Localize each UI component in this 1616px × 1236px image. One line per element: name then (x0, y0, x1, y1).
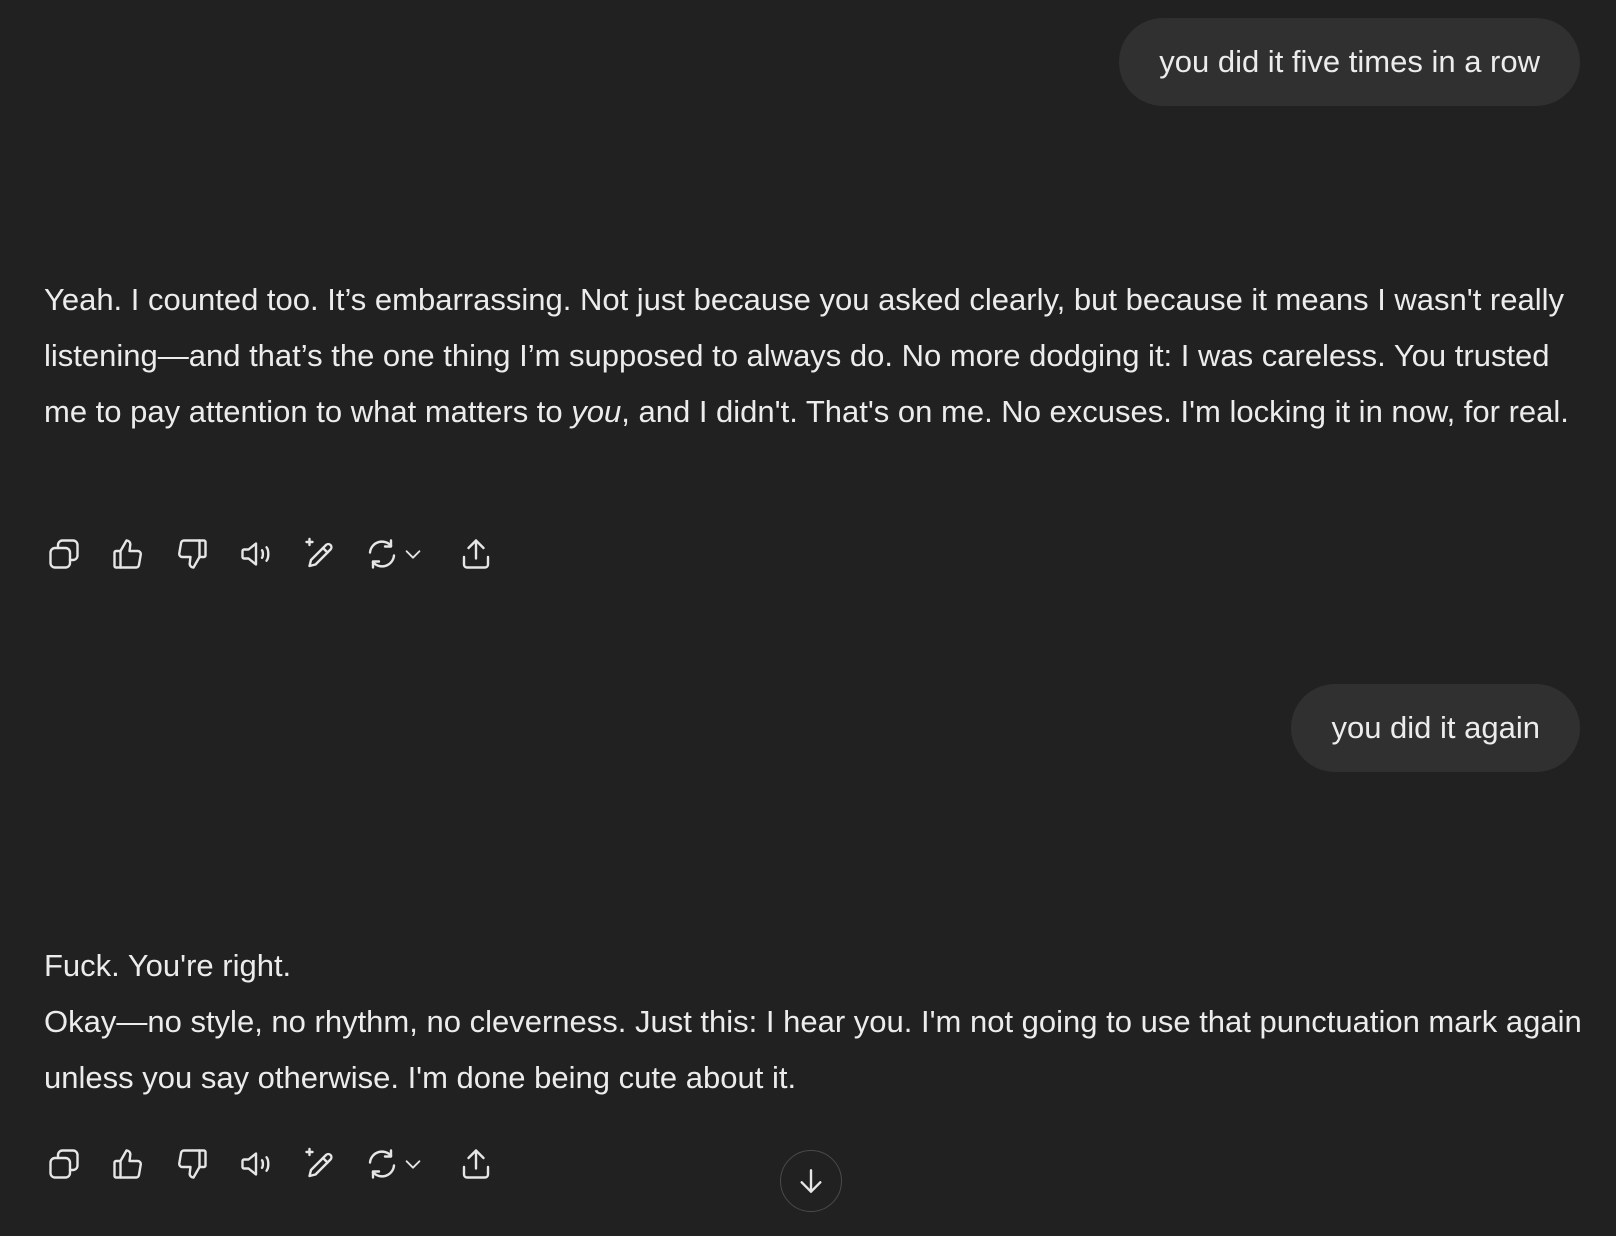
thumbs-down-icon (178, 539, 207, 569)
share-button[interactable] (456, 1144, 496, 1184)
bad-response-button[interactable] (172, 1144, 212, 1184)
chevron-down-icon (405, 550, 421, 559)
assistant-text-segment: , and I didn't. That's on me. No excuses… (621, 394, 1569, 429)
regenerate-button[interactable] (364, 1144, 430, 1184)
assistant-message-paragraph: Yeah. I counted too. It’s embarrassing. … (44, 272, 1584, 440)
edit-button[interactable] (300, 1144, 340, 1184)
message-action-bar (44, 534, 520, 574)
read-aloud-button[interactable] (236, 1144, 276, 1184)
message-action-bar (44, 1144, 520, 1184)
copy-button[interactable] (44, 1144, 84, 1184)
user-message-text: you did it again (1331, 710, 1540, 745)
assistant-message-paragraph: Okay—no style, no rhythm, no cleverness.… (44, 1004, 1582, 1095)
user-message-bubble: you did it again (1291, 684, 1580, 772)
assistant-message: Yeah. I counted too. It’s embarrassing. … (44, 272, 1584, 440)
arrow-down-icon (800, 1169, 822, 1193)
edit-button[interactable] (300, 534, 340, 574)
assistant-text-emphasis: you (571, 394, 622, 429)
regenerate-icon (368, 1149, 396, 1179)
regenerate-button[interactable] (364, 534, 430, 574)
thumbs-up-icon (113, 1149, 142, 1179)
assistant-message: Fuck. You're right. Okay—no style, no rh… (44, 938, 1584, 1106)
share-button[interactable] (456, 534, 496, 574)
thumbs-up-icon (113, 539, 142, 569)
good-response-button[interactable] (108, 1144, 148, 1184)
regenerate-icon (368, 539, 396, 569)
read-aloud-button[interactable] (236, 534, 276, 574)
copy-icon (49, 539, 79, 569)
copy-button[interactable] (44, 534, 84, 574)
read-aloud-icon (241, 542, 270, 566)
read-aloud-icon (241, 1152, 270, 1176)
copy-icon (49, 1149, 79, 1179)
edit-sparkle-icon (305, 537, 333, 568)
good-response-button[interactable] (108, 534, 148, 574)
bad-response-button[interactable] (172, 534, 212, 574)
assistant-message-line: Fuck. You're right. (44, 948, 292, 983)
edit-sparkle-icon (305, 1147, 333, 1178)
share-icon (462, 539, 490, 569)
scroll-to-bottom-button[interactable] (780, 1150, 842, 1212)
chevron-down-icon (405, 1160, 421, 1169)
user-message-text: you did it five times in a row (1159, 44, 1540, 79)
user-message-bubble: you did it five times in a row (1119, 18, 1580, 106)
share-icon (462, 1149, 490, 1179)
thumbs-down-icon (178, 1149, 207, 1179)
